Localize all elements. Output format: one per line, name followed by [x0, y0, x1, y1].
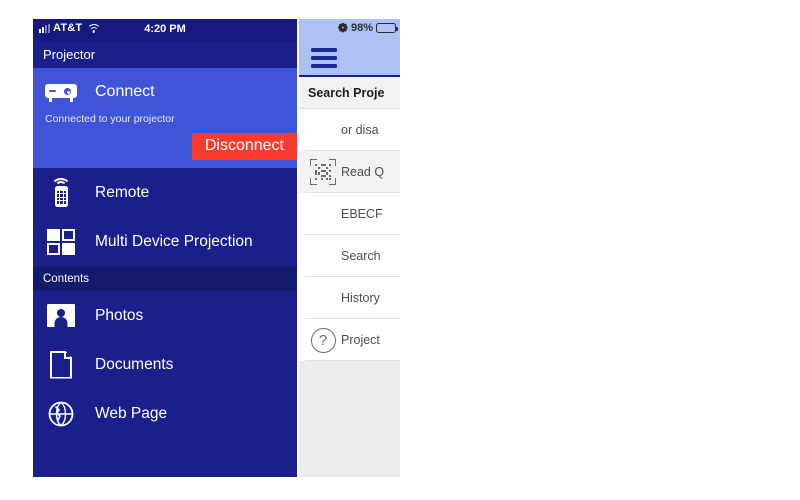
battery-icon	[376, 23, 398, 33]
list-item-label: Read Q	[341, 165, 385, 179]
connection-status-text: Connected to your projector	[45, 113, 175, 125]
list-item-label: Search	[341, 249, 381, 263]
sidebar-item-web-page[interactable]: Web Page	[33, 389, 297, 438]
help-circle-icon: ?	[305, 327, 341, 353]
sidebar-item-photos[interactable]: Photos	[33, 291, 297, 340]
disconnect-button[interactable]: Disconnect	[191, 133, 297, 160]
list-item[interactable]: EBECF	[299, 193, 400, 235]
sidebar-item-label: Remote	[95, 183, 150, 201]
connect-section: Connect Connected to your projector Disc…	[33, 68, 297, 168]
list-item-read-qr[interactable]: Read Q	[299, 151, 400, 193]
connect-row[interactable]: Connect	[33, 77, 297, 107]
page-title: Projector	[43, 47, 96, 62]
clock-label: 4:20 PM	[144, 23, 186, 35]
list-item-label: EBECF	[341, 207, 383, 221]
sidebar-item-remote[interactable]: Remote	[33, 168, 297, 217]
right-navbar	[299, 41, 400, 77]
section-header-label: Contents	[43, 272, 90, 285]
list-item[interactable]: Search	[299, 235, 400, 277]
search-projector-header: Search Proje	[299, 77, 400, 109]
list-item-label: Project	[341, 333, 380, 347]
sidebar-item-multi-device-projection[interactable]: Multi Device Projection	[33, 217, 297, 266]
connect-label: Connect	[95, 83, 155, 100]
bluetooth-icon: ❁	[337, 21, 348, 35]
list-item-label: or disa	[341, 123, 379, 137]
list-item[interactable]: History	[299, 277, 400, 319]
section-header-contents: Contents	[33, 266, 297, 291]
left-status-bar: AT&T 4:20 PM	[33, 19, 297, 41]
photo-icon	[45, 304, 77, 327]
multi-device-grid-icon	[45, 228, 77, 255]
hamburger-menu-icon[interactable]	[311, 48, 337, 68]
sidebar-item-label: Web Page	[95, 404, 168, 422]
app-title-bar: Projector	[33, 41, 297, 68]
list-item-projector-help[interactable]: ? Project	[299, 319, 400, 361]
list-item[interactable]: or disa	[299, 109, 400, 151]
battery-percent-label: 98%	[350, 22, 373, 34]
sidebar-item-label: Documents	[95, 355, 174, 373]
sidebar-item-label: Multi Device Projection	[95, 232, 253, 250]
search-projector-header-label: Search Proje	[308, 85, 385, 100]
screenshot-canvas: AT&T 4:20 PM Projector Connect Connected…	[0, 0, 800, 500]
qr-code-icon	[305, 159, 341, 185]
document-icon	[45, 350, 77, 379]
disconnect-button-wrap: Disconnect	[33, 133, 297, 160]
right-status-bar: ❁ 98%	[299, 19, 400, 41]
left-phone-screen: AT&T 4:20 PM Projector Connect Connected…	[33, 19, 297, 477]
list-item-label: History	[341, 291, 380, 305]
sidebar-item-label: Photos	[95, 306, 144, 324]
remote-control-icon	[45, 177, 77, 208]
status-bar-right-group: ❁ 98%	[337, 21, 398, 35]
globe-icon	[45, 401, 77, 427]
right-panel-filler	[299, 361, 400, 477]
right-phone-screen: ❁ 98% Search Proje or disa Read Q EBECF …	[299, 19, 400, 477]
sidebar-item-documents[interactable]: Documents	[33, 340, 297, 389]
projector-icon	[45, 82, 77, 103]
